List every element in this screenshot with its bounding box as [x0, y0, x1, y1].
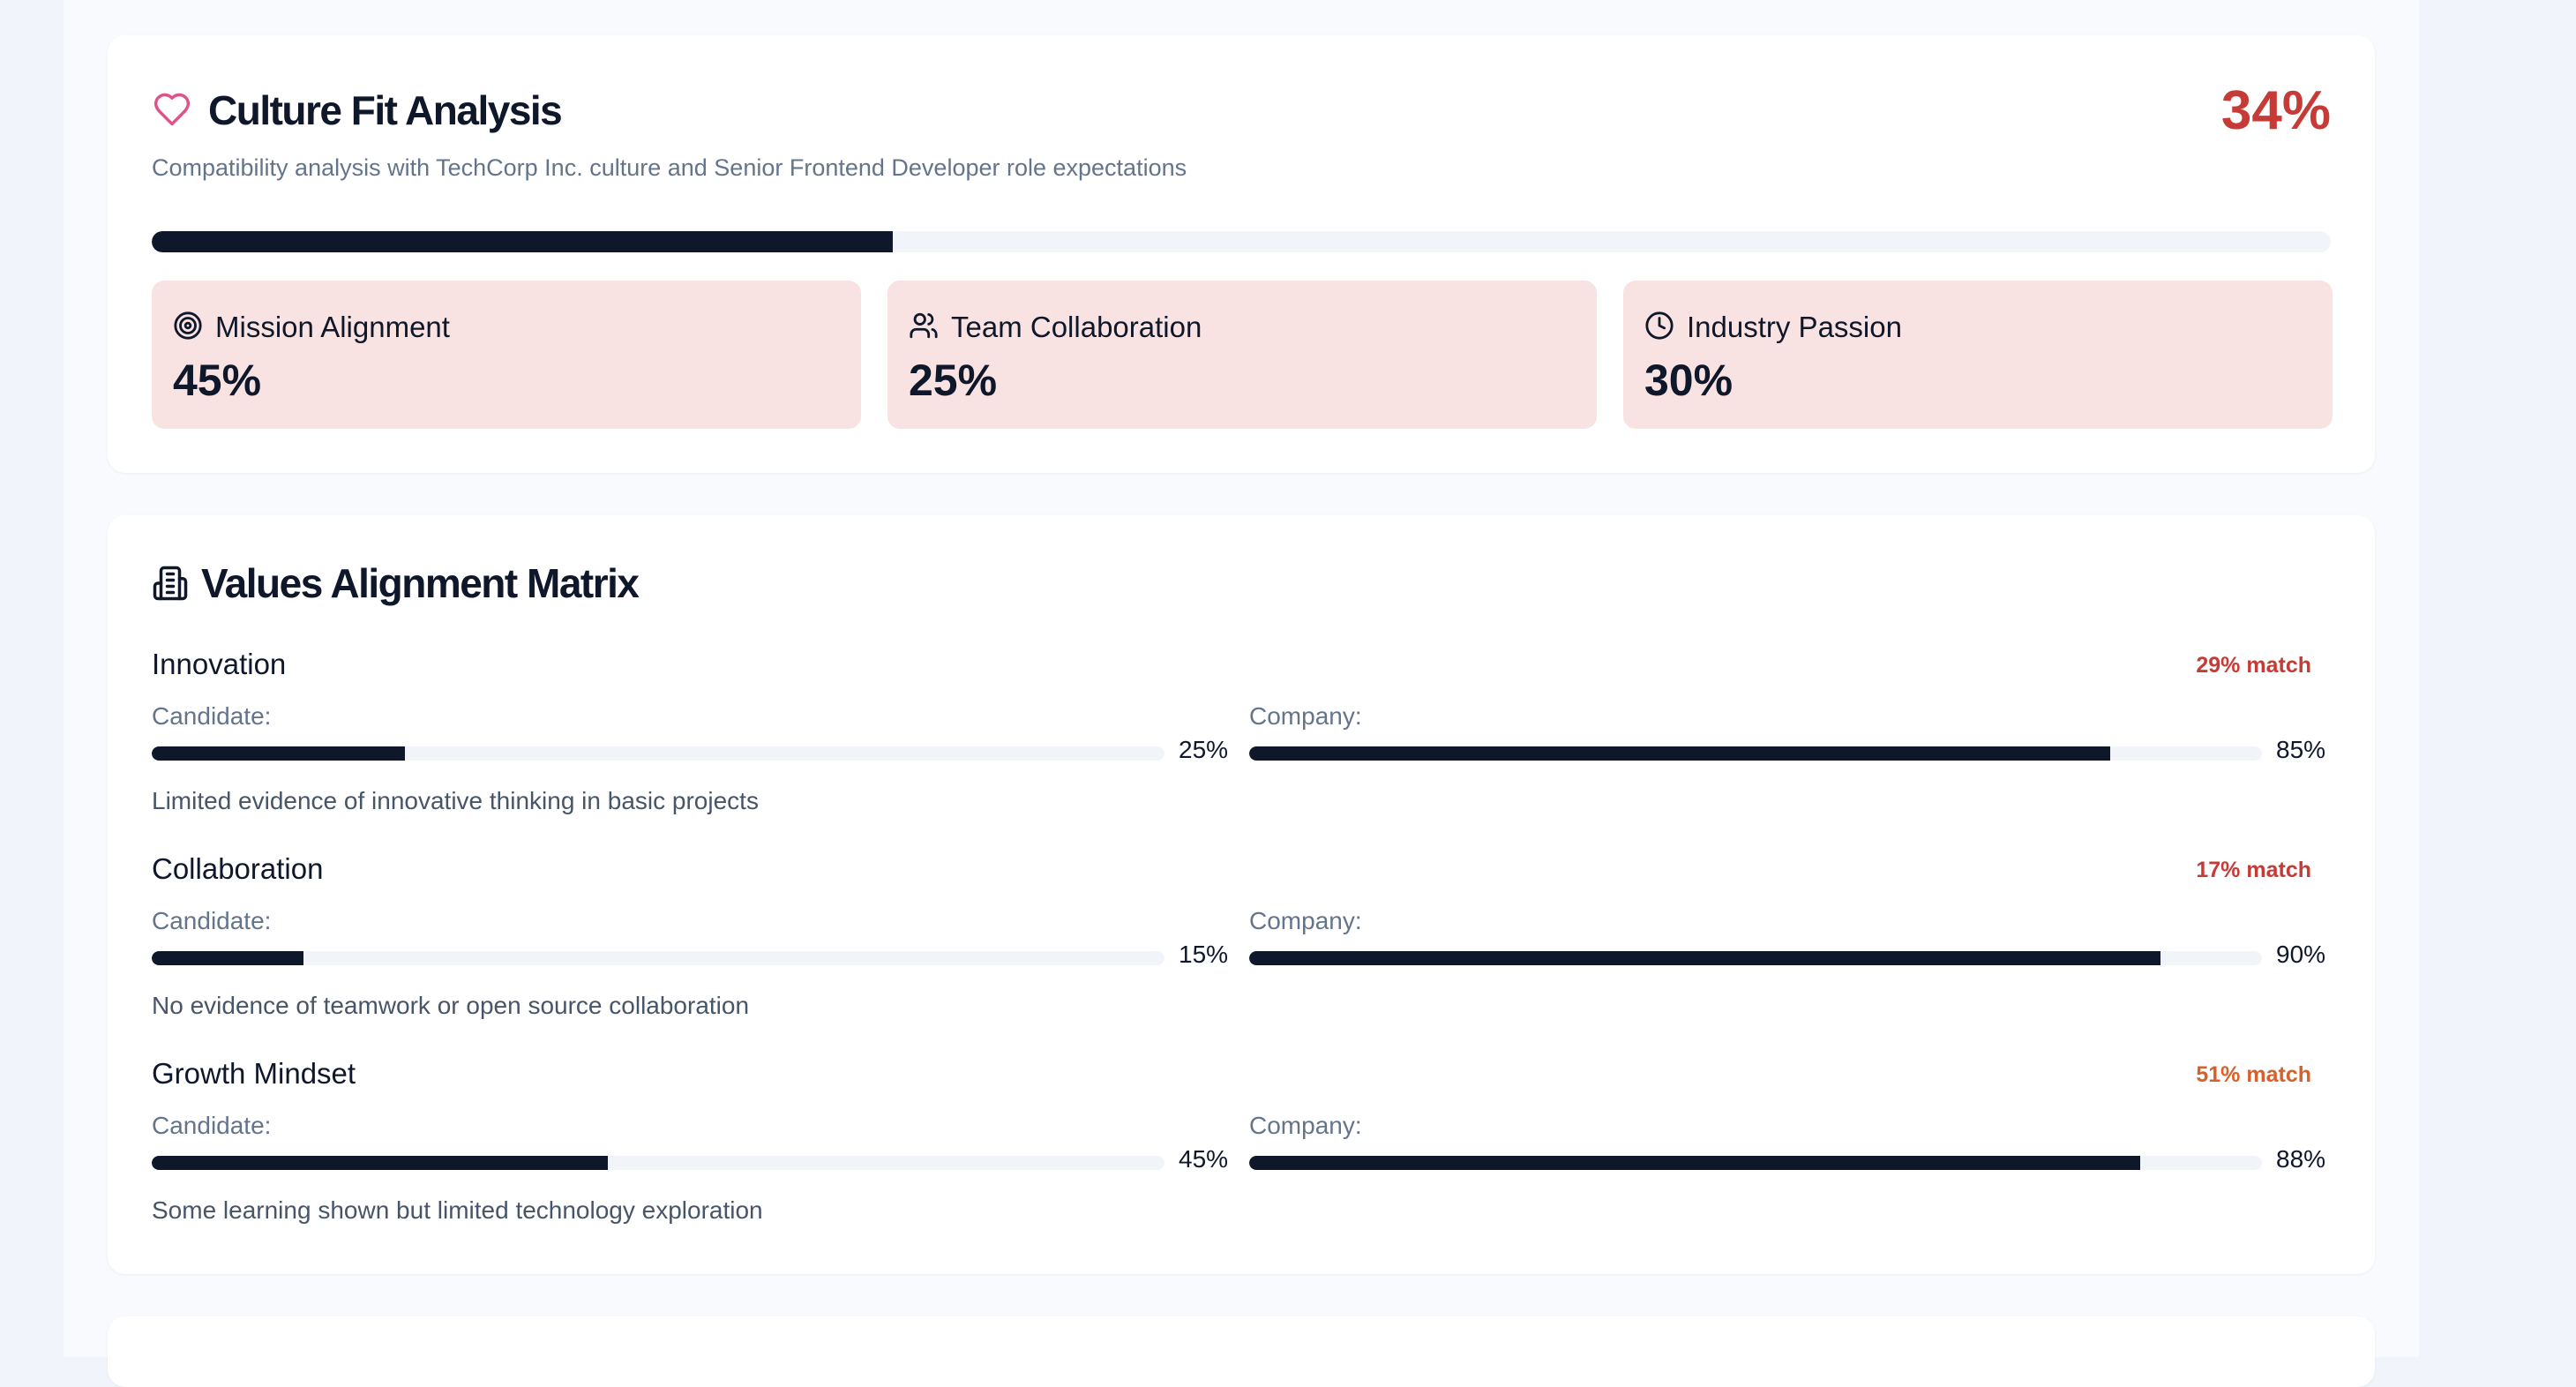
match-badge: 51% match: [2196, 1062, 2311, 1087]
metric-industry-passion: Industry Passion 30%: [1623, 281, 2333, 429]
candidate-bar: [152, 746, 1164, 761]
main-content: Culture Fit Analysis 34% Compatibility a…: [64, 0, 2419, 1387]
match-badge: 17% match: [2196, 858, 2311, 882]
company-percent: 85%: [2276, 736, 2326, 763]
candidate-percent: 15%: [1179, 941, 1229, 968]
candidate-bar: [152, 951, 1164, 965]
culture-fit-subtitle: Compatibility analysis with TechCorp Inc…: [152, 154, 1187, 181]
candidate-percent: 25%: [1179, 736, 1229, 763]
culture-fit-card: Culture Fit Analysis 34% Compatibility a…: [108, 35, 2375, 473]
metric-label: Industry Passion: [1687, 311, 1902, 343]
candidate-label: Candidate:: [152, 1112, 272, 1139]
company-percent: 90%: [2276, 941, 2326, 968]
value-name: Growth Mindset: [152, 1057, 356, 1090]
company-label: Company:: [1249, 702, 1362, 730]
company-bar-fill: [1249, 1156, 2141, 1170]
candidate-percent: 45%: [1179, 1145, 1229, 1173]
company-label: Company:: [1249, 1112, 1362, 1139]
candidate-bar: [152, 1156, 1164, 1170]
company-bar: [1249, 951, 2262, 965]
metric-value: 25%: [909, 356, 998, 405]
heart-icon: [154, 93, 191, 126]
value-name: Collaboration: [152, 852, 324, 885]
values-matrix-title: Values Alignment Matrix: [201, 560, 640, 606]
company-bar: [1249, 746, 2262, 761]
metric-team-collaboration: Team Collaboration 25%: [887, 281, 1597, 429]
users-icon: [910, 312, 938, 339]
metric-value: 45%: [173, 356, 262, 405]
value-name: Innovation: [152, 648, 287, 680]
match-badge: 29% match: [2196, 653, 2311, 678]
candidate-label: Candidate:: [152, 907, 272, 934]
overall-progress-fill: [152, 231, 893, 252]
value-row-collaboration: Collaboration 17% match Candidate: 15% C…: [152, 852, 2331, 1029]
overall-score: 34%: [2220, 80, 2331, 141]
value-row-innovation: Innovation 29% match Candidate: 25% Comp…: [152, 648, 2331, 824]
values-matrix-card: Values Alignment Matrix Innovation 29% m…: [108, 515, 2375, 1274]
overall-progress-bar: [152, 231, 2331, 252]
candidate-bar-fill: [152, 951, 304, 965]
next-section-card: [108, 1316, 2375, 1387]
culture-fit-title: Culture Fit Analysis: [208, 87, 563, 133]
target-icon: [174, 311, 202, 340]
clock-icon: [1645, 311, 1674, 340]
company-bar-fill: [1249, 746, 2110, 761]
candidate-bar-fill: [152, 1156, 608, 1170]
company-bar-fill: [1249, 951, 2161, 965]
candidate-label: Candidate:: [152, 702, 272, 730]
value-note: Some learning shown but limited technolo…: [152, 1196, 763, 1224]
metric-label: Mission Alignment: [215, 311, 450, 343]
company-percent: 88%: [2276, 1145, 2326, 1173]
candidate-bar-fill: [152, 746, 405, 761]
value-row-growth-mindset: Growth Mindset 51% match Candidate: 45% …: [152, 1057, 2331, 1233]
value-note: Limited evidence of innovative thinking …: [152, 787, 759, 814]
metric-label: Team Collaboration: [951, 311, 1202, 343]
company-bar: [1249, 1156, 2262, 1170]
metric-mission-alignment: Mission Alignment 45%: [152, 281, 861, 429]
building-icon: [153, 566, 188, 601]
value-note: No evidence of teamwork or open source c…: [152, 992, 750, 1019]
metric-value: 30%: [1644, 356, 1734, 405]
company-label: Company:: [1249, 907, 1362, 934]
